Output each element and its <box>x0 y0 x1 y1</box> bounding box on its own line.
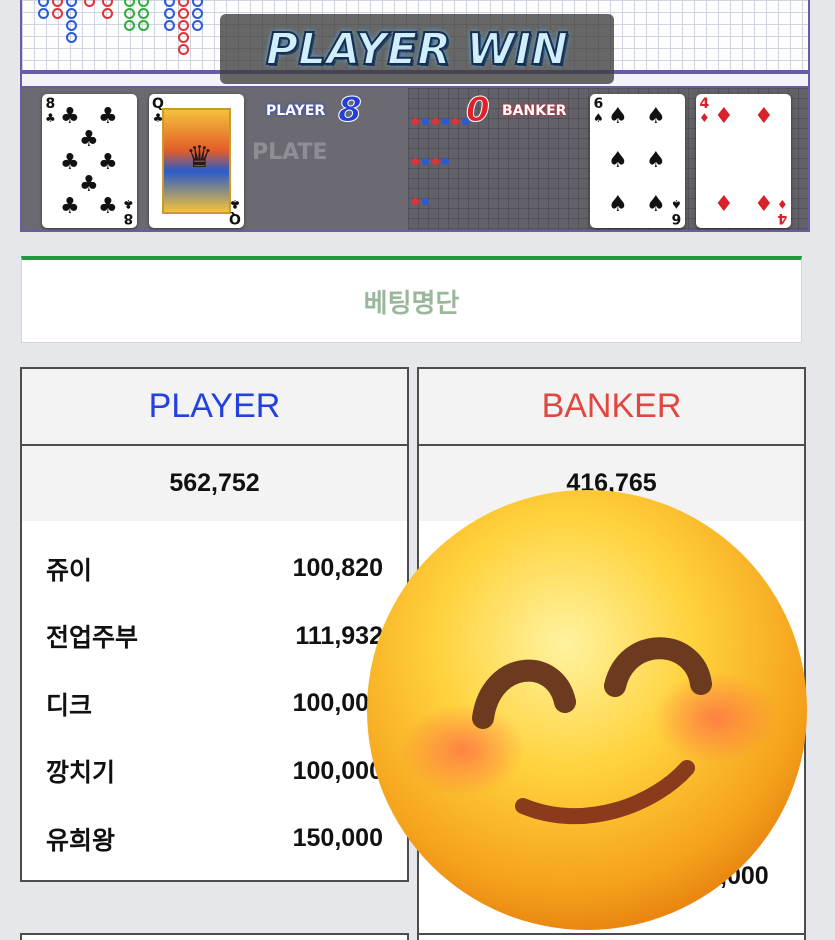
bead-column <box>66 0 78 44</box>
road-dot <box>442 118 449 125</box>
club-pip-icon: ♣ <box>98 104 118 129</box>
banker-score: 0 <box>466 90 491 131</box>
road-dot <box>422 118 429 125</box>
road-dot <box>442 158 449 165</box>
bettor-name: 유희왕 <box>46 825 116 855</box>
road-dot <box>412 198 419 205</box>
card-corner: Q ♣ <box>229 197 241 226</box>
card-corner: 8 ♣ <box>123 197 134 226</box>
game-board: PLAYER WIN PLATE 8 ♣ ♣ ♣ ♣ ♣ ♣ ♣ ♣ ♣ 8 ♣… <box>20 0 810 232</box>
queen-face-icon <box>162 108 231 214</box>
list-item: 유희왕 150,000 <box>22 805 407 873</box>
bettor-name: 쥬이 <box>46 555 93 585</box>
club-pip-icon: ♣ <box>60 194 80 219</box>
player-panel-title: PLAYER <box>22 369 407 446</box>
card-table: PLATE 8♣ ♣ ♣ ♣ ♣ ♣ ♣ ♣ ♣ 8♣ Q♣ Q♣ PLAYER… <box>22 86 808 230</box>
club-pip-icon: ♣ <box>60 150 80 175</box>
bead-column <box>84 0 96 8</box>
spade-pip-icon: ♠ <box>608 104 628 129</box>
diamond-pip-icon: ♦ <box>754 104 774 129</box>
bead-column <box>178 0 190 56</box>
table-watermark: PLATE <box>252 140 328 165</box>
banker-panel-title: BANKER <box>419 369 804 446</box>
bettor-name: 전업주부 <box>46 623 139 653</box>
diamond-pip-icon: ♦ <box>754 192 774 217</box>
player-bet-panel: PLAYER 562,752 쥬이 100,820 전업주부 111,932 디… <box>20 367 409 882</box>
list-item: 깡치기 100,000 <box>22 738 407 806</box>
bettor-name: 디크 <box>46 690 93 720</box>
club-pip-icon: ♣ <box>60 104 80 129</box>
player-score-label: PLAYER <box>266 103 326 119</box>
player-bet-list: 쥬이 100,820 전업주부 111,932 디크 100,000 깡치기 1… <box>22 521 407 873</box>
next-panel-edge <box>20 933 409 940</box>
diamond-pip-icon: ♦ <box>714 192 734 217</box>
banner-text: PLAYER WIN <box>265 23 569 76</box>
player-score: 8 <box>338 90 363 131</box>
card-corner: 4 ♦ <box>777 197 788 226</box>
bead-column <box>102 0 114 20</box>
bead-column <box>124 0 136 32</box>
smiling-face-emoji-icon <box>367 490 807 930</box>
road-dot <box>422 158 429 165</box>
spade-pip-icon: ♠ <box>608 148 628 173</box>
spade-pip-icon: ♠ <box>646 148 666 173</box>
bead-column <box>52 0 64 20</box>
list-item: 전업주부 111,932 <box>22 603 407 671</box>
spade-pip-icon: ♠ <box>646 192 666 217</box>
bettor-name: 깡치기 <box>46 758 116 788</box>
card-corner: 6 ♠ <box>671 197 682 226</box>
card-corner: 4 ♦ <box>699 96 710 125</box>
list-item: 디크 100,000 <box>22 670 407 738</box>
card-corner: 6 ♠ <box>593 96 604 125</box>
diamond-pip-icon: ♦ <box>714 104 734 129</box>
player-card-1: 8 ♣ ♣ ♣ ♣ ♣ ♣ ♣ ♣ ♣ 8 ♣ <box>42 94 137 228</box>
result-banner: PLAYER WIN <box>220 14 614 84</box>
road-dot <box>432 158 439 165</box>
betting-list-header[interactable]: 베팅명단 <box>21 256 802 343</box>
banker-card-1: 6 ♠ ♠ ♠ ♠ ♠ ♠ ♠ 6 ♠ <box>590 94 685 228</box>
bead-column <box>164 0 176 32</box>
road-dot <box>412 118 419 125</box>
club-pip-icon: ♣ <box>98 194 118 219</box>
club-pip-icon: ♣ <box>79 172 99 197</box>
bead-column <box>38 0 50 20</box>
banker-card-2: 4 ♦ ♦ ♦ ♦ ♦ 4 ♦ <box>696 94 791 228</box>
player-card-2: Q♣ Q♣ <box>149 94 244 228</box>
road-dot <box>432 118 439 125</box>
club-pip-icon: ♣ <box>79 127 99 152</box>
club-pip-icon: ♣ <box>98 150 118 175</box>
list-item: 쥬이 100,820 <box>22 535 407 603</box>
road-dot <box>422 198 429 205</box>
card-corner: 8 ♣ <box>45 96 56 125</box>
spade-pip-icon: ♠ <box>608 192 628 217</box>
betting-list-title: 베팅명단 <box>363 288 460 319</box>
player-total: 562,752 <box>22 446 407 521</box>
spade-pip-icon: ♠ <box>646 104 666 129</box>
next-panel-edge <box>417 933 806 940</box>
road-dot <box>412 158 419 165</box>
bead-column <box>138 0 150 32</box>
road-dot <box>452 118 459 125</box>
bead-column <box>192 0 204 32</box>
banker-score-label: BANKER <box>502 103 567 119</box>
